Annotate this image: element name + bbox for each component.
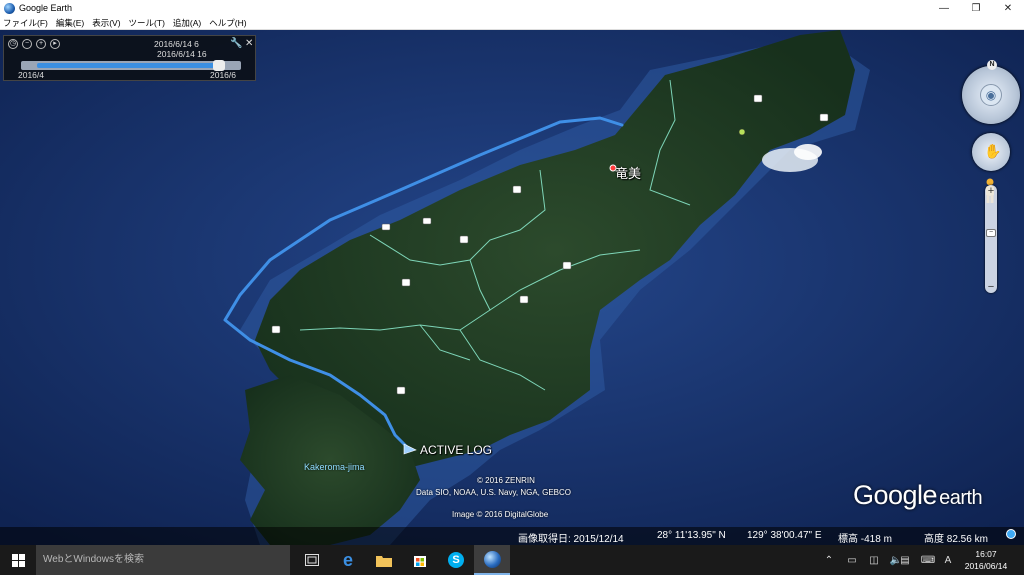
zoom-in-time-icon[interactable]: + [36,39,46,49]
google-earth-logo: Google earth [853,480,983,511]
longitude: 129° 38'00.47" E [747,530,822,541]
clock-time: 16:07 [975,549,997,559]
image-date: 画像取得日: 2015/12/14 [518,534,624,545]
time-current-date: 2016/6/14 6 [154,39,199,49]
copyright-image: Image © 2016 DigitalGlobe [452,510,549,519]
window-controls: — ❐ ✕ [928,0,1024,16]
zoom-in-button[interactable]: + [985,185,997,197]
eye-icon[interactable]: ◉ [980,84,1002,106]
satellite-terrain [0,30,1024,545]
menu-bar: ファイル(F) 編集(E) 表示(V) ツール(T) 追加(A) ヘルプ(H) [0,16,1024,30]
network-icon[interactable]: ◫ [864,545,884,575]
time-current-time: 2016/6/14 16 [157,49,207,59]
menu-view[interactable]: 表示(V) [92,17,120,29]
battery-icon[interactable]: ▭ [842,545,862,575]
north-indicator[interactable]: N [987,60,997,70]
elevation: 標高 -418 m [838,534,892,545]
menu-help[interactable]: ヘルプ(H) [209,17,246,29]
move-control[interactable]: ✋ [972,133,1010,171]
logo-main: Google [853,480,938,510]
maximize-button[interactable]: ❐ [960,0,992,16]
copyright-zenrin: © 2016 ZENRIN [477,476,535,485]
time-range-end: 2016/6 [210,70,236,80]
time-slider-range [37,63,217,68]
ime-mode-indicator[interactable]: A [940,545,956,575]
start-button[interactable] [0,545,36,575]
zoom-out-time-icon[interactable]: − [22,39,32,49]
system-clock[interactable]: 16:07 2016/06/14 [960,548,1012,572]
tray-chevron-icon[interactable]: ⌃ [820,545,838,575]
island-label[interactable]: Kakeroma-jima [304,462,365,472]
time-slider-track[interactable] [21,60,241,71]
time-slider-panel: ◷ − + ▸ 2016/6/14 6 2016/6/14 16 🔧 ✕ 201… [3,35,256,81]
status-bar: 画像取得日: 2015/12/14 28° 11'13.95" N 129° 3… [0,527,1024,545]
keyboard-icon[interactable]: ⌨ [918,545,938,575]
latitude: 28° 11'13.95" N [657,530,726,541]
store-icon[interactable] [402,545,438,575]
streaming-indicator-icon [1006,529,1016,539]
menu-tools[interactable]: ツール(T) [129,17,165,29]
track-label[interactable]: ACTIVE LOG [420,443,492,457]
minimize-button[interactable]: — [928,0,960,16]
copyright-data: Data SIO, NOAA, U.S. Navy, NGA, GEBCO [416,488,571,497]
time-slider-tools: ◷ − + ▸ [8,39,60,49]
task-view-icon[interactable] [294,545,330,575]
zoom-out-button[interactable]: − [985,281,997,293]
taskbar: WebとWindowsを検索 e S ⌃ ▭ ◫ 🔈 ▤ ⌨ A 16:07 2… [0,545,1024,575]
taskbar-search[interactable]: WebとWindowsを検索 [36,545,290,575]
hand-icon[interactable]: ✋ [984,143,1001,160]
map-view[interactable]: ◷ − + ▸ 2016/6/14 6 2016/6/14 16 🔧 ✕ 201… [0,30,1024,545]
skype-icon[interactable]: S [438,545,474,575]
place-label[interactable]: 竜美 [615,163,641,182]
title-bar: Google Earth — ❐ ✕ [0,0,1024,16]
menu-file[interactable]: ファイル(F) [3,17,48,29]
zoom-slider[interactable]: + − − [985,185,997,293]
logo-sub: earth [939,487,983,509]
window-title: Google Earth [19,3,73,13]
time-panel-close-icon[interactable]: ✕ [245,38,253,49]
altitude: 高度 82.56 km [924,534,988,545]
google-earth-icon [4,2,15,14]
notification-icon[interactable]: ▤ [896,545,914,575]
google-earth-taskbar-icon[interactable] [474,545,510,575]
windows-logo-icon [11,553,25,567]
clock-date: 2016/06/14 [964,561,1008,571]
zoom-slider-handle[interactable]: − [986,229,996,237]
close-button[interactable]: ✕ [992,0,1024,16]
menu-edit[interactable]: 編集(E) [56,17,84,29]
file-explorer-icon[interactable] [366,545,402,575]
play-icon[interactable]: ▸ [50,39,60,49]
menu-add[interactable]: 追加(A) [173,17,201,29]
wrench-icon[interactable]: 🔧 [230,38,242,49]
time-range-start: 2016/4 [18,70,44,80]
clock-icon[interactable]: ◷ [8,39,18,49]
edge-icon[interactable]: e [330,545,366,575]
look-control[interactable]: N ◉ [962,60,1020,124]
